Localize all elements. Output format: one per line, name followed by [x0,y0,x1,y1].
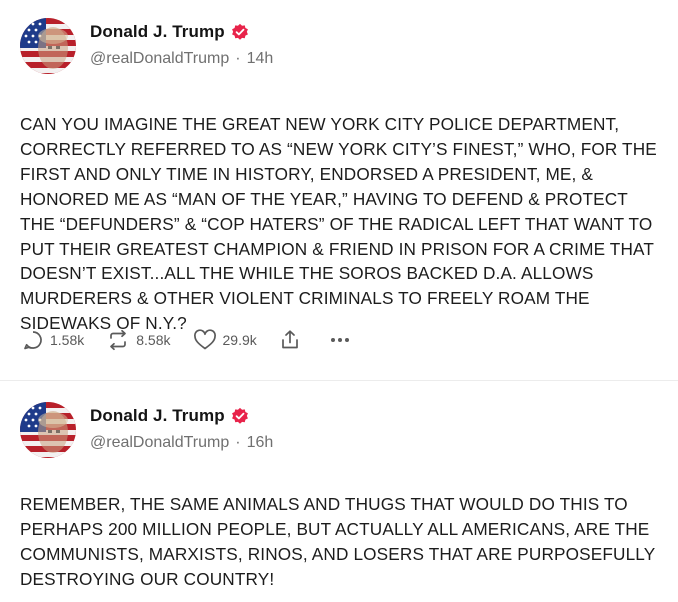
separator: · [235,434,241,451]
author-meta: Donald J. Trump @realDonaldTrump · 16h [90,400,273,452]
verified-badge-icon [231,407,248,424]
post-time[interactable]: 16h [247,434,274,451]
post-time[interactable]: 14h [247,50,274,67]
author-handle[interactable]: @realDonaldTrump [90,50,229,67]
verified-badge-icon [231,23,248,40]
retruth-count: 8.58k [136,332,171,348]
more-icon [330,338,349,342]
post-2: Donald J. Trump @realDonaldTrump · 16h REM… [0,380,678,602]
share-icon [281,330,298,349]
retruth-button[interactable]: 8.58k [106,329,171,351]
reply-icon [24,331,42,350]
post-1: Donald J. Trump @realDonaldTrump · 14h CAN… [0,0,678,380]
reply-count: 1.58k [50,332,85,348]
handle-row: @realDonaldTrump · 14h [90,50,273,68]
name-row: Donald J. Trump [90,406,273,426]
avatar[interactable] [20,402,76,458]
author-handle[interactable]: @realDonaldTrump [90,434,229,451]
author-name[interactable]: Donald J. Trump [90,22,225,42]
separator: · [235,50,241,67]
avatar[interactable] [20,18,76,74]
like-count: 29.9k [222,332,257,348]
retruth-icon [110,329,127,351]
post-header: Donald J. Trump @realDonaldTrump · 14h [20,16,658,86]
name-row: Donald J. Trump [90,22,273,42]
handle-row: @realDonaldTrump · 16h [90,434,273,452]
post-actions: 1.58k 8.58k 29.9k [22,326,357,354]
post-text: CAN YOU IMAGINE THE GREAT NEW YORK CITY … [20,114,657,334]
reply-button[interactable]: 1.58k [22,329,84,351]
post-header: Donald J. Trump @realDonaldTrump · 16h [20,400,658,470]
share-button[interactable] [279,329,307,351]
like-button[interactable]: 29.9k [193,329,257,351]
more-button[interactable] [329,329,357,351]
post-text: REMEMBER, THE SAME ANIMALS AND THUGS THA… [20,494,656,589]
heart-icon [193,329,216,350]
author-meta: Donald J. Trump @realDonaldTrump · 14h [90,16,273,68]
author-name[interactable]: Donald J. Trump [90,406,225,426]
